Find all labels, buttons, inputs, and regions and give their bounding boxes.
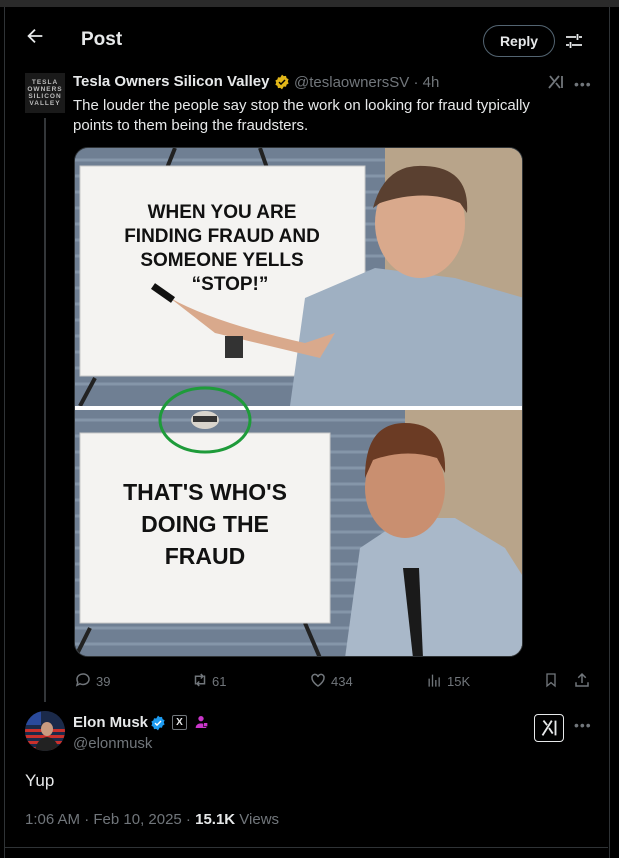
views-count: 15.1K [195,811,236,828]
post-header: Post Reply [0,7,619,60]
window-top-bar [0,0,619,7]
meme-image[interactable]: WHEN YOU ARE FINDING FRAUD AND SOMEONE Y… [74,147,523,657]
post-timestamp: 1:06 AM · Feb 10, 2025 · 15.1K Views [25,811,279,828]
author-handle[interactable]: @elonmusk [73,735,152,752]
views-icon[interactable] [426,672,443,688]
post-time[interactable]: · 4h [413,74,439,91]
affiliate-icon [195,716,208,728]
repost-icon[interactable] [190,671,210,689]
avatar-image [25,711,65,751]
bookmark-icon[interactable] [543,671,559,689]
author-meta: @teslaownersSV · 4h [294,74,439,91]
verified-icon [275,74,289,90]
more-icon[interactable]: ••• [574,76,592,92]
verified-icon [151,715,165,731]
reply-count: 39 [96,674,111,689]
like-icon[interactable] [309,671,327,689]
more-icon[interactable]: ••• [574,717,592,733]
x-badge-icon: X [172,715,187,730]
thread-line [44,118,46,702]
author-name[interactable]: Tesla Owners Silicon Valley [73,73,269,90]
adjust-icon[interactable] [564,31,584,51]
svg-text:SOMEONE YELLS: SOMEONE YELLS [140,250,303,271]
back-arrow-icon[interactable] [24,25,46,47]
grok-icon[interactable] [534,714,564,742]
svg-text:FRAUD: FRAUD [165,543,246,569]
meme-drawing: WHEN YOU ARE FINDING FRAUD AND SOMEONE Y… [75,148,522,656]
author-name[interactable]: Elon Musk [73,714,148,731]
svg-text:“STOP!”: “STOP!” [192,274,269,295]
svg-text:DOING THE: DOING THE [141,511,269,537]
avatar[interactable]: TESLA OWNERS SILICON VALLEY [25,73,65,113]
author-handle[interactable]: @teslaownersSV [294,74,409,91]
divider [5,847,608,848]
share-icon[interactable] [573,671,591,689]
grok-icon[interactable] [547,74,565,90]
tweet-text: The louder the people say stop the work … [73,97,530,134]
page-title: Post [81,29,123,50]
svg-text:FINDING FRAUD AND: FINDING FRAUD AND [124,226,320,247]
reply-icon[interactable] [74,671,92,689]
svg-text:WHEN YOU ARE: WHEN YOU ARE [148,202,297,223]
views-label: Views [235,811,280,828]
timestamp-text[interactable]: 1:06 AM · Feb 10, 2025 · [25,811,195,828]
view-count: 15K [447,674,471,689]
svg-text:THAT'S WHO'S: THAT'S WHO'S [123,479,287,505]
avatar-logo-text: TESLA OWNERS SILICON VALLEY [27,79,63,107]
repost-count: 61 [212,674,227,689]
reply-button[interactable]: Reply [483,25,555,57]
avatar[interactable] [25,711,65,751]
like-count: 434 [331,674,353,689]
reply-text: Yup [25,771,55,790]
